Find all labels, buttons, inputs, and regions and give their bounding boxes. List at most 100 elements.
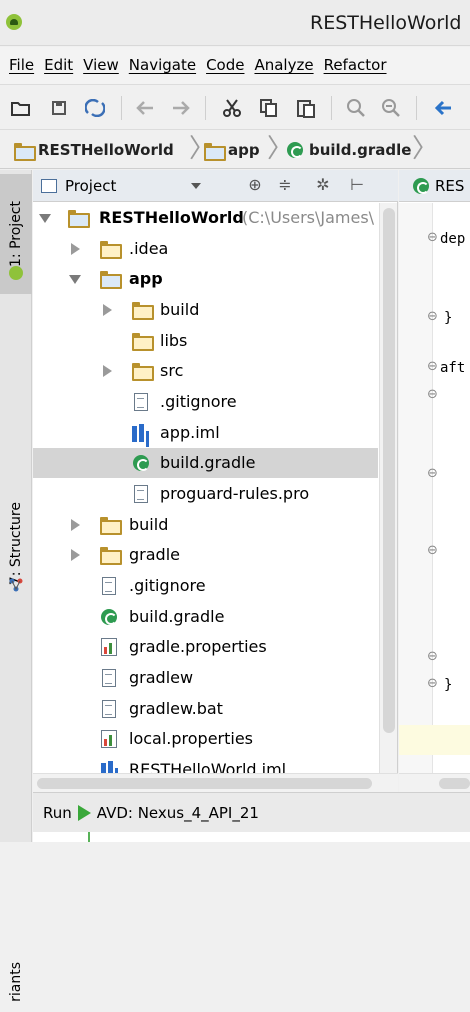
code-line[interactable]: aft	[440, 360, 465, 376]
breadcrumb-root[interactable]: RESTHelloWorld	[14, 139, 174, 161]
structure-icon	[9, 578, 23, 592]
fold-icon[interactable]: ⊖	[427, 544, 439, 558]
tree-item-src[interactable]: src	[33, 356, 378, 386]
text-file-icon	[134, 393, 148, 411]
project-panel-header: Project ⊕ ≑ ✲ ⊢	[33, 170, 398, 202]
expand-arrow-icon[interactable]	[39, 214, 51, 223]
tree-item-local-properties[interactable]: local.properties	[33, 724, 378, 754]
folder-icon	[100, 517, 122, 535]
tool-tab-structure[interactable]: 7: Structure	[0, 474, 32, 614]
copy-icon[interactable]	[258, 97, 280, 119]
tree-item-project-iml[interactable]: RESTHelloWorld.iml	[33, 755, 378, 773]
folder-icon	[100, 547, 122, 565]
run-config[interactable]: AVD: Nexus_4_API_21	[97, 804, 259, 822]
tree-item-gradle[interactable]: gradle	[33, 540, 378, 570]
cut-icon[interactable]	[221, 97, 243, 119]
code-line[interactable]: }	[444, 677, 452, 693]
save-icon[interactable]	[48, 97, 70, 119]
code-line[interactable]: }	[444, 310, 452, 326]
code-line[interactable]: dep	[440, 231, 465, 247]
tree-item-build-gradle[interactable]: build.gradle	[33, 602, 378, 632]
tree-item-app-iml[interactable]: app.iml	[33, 418, 378, 448]
editor-gutter	[399, 203, 433, 792]
back-icon[interactable]	[432, 97, 454, 119]
tree-item-gradlew-bat[interactable]: gradlew.bat	[33, 694, 378, 724]
breadcrumb-file[interactable]: build.gradle	[287, 139, 411, 161]
tree-item-idea[interactable]: .idea	[33, 234, 378, 264]
tree-item-app-gitignore[interactable]: .gitignore	[33, 387, 378, 417]
tree-item-app-build-gradle[interactable]: build.gradle	[33, 448, 378, 478]
project-view-dropdown[interactable]: Project	[41, 174, 206, 198]
editor-tab-build-gradle[interactable]: RES	[399, 170, 470, 202]
find-icon[interactable]	[345, 97, 367, 119]
tree-item-gradlew[interactable]: gradlew	[33, 663, 378, 693]
collapse-arrow-icon[interactable]	[103, 304, 112, 316]
tree-item-app[interactable]: app	[33, 264, 378, 294]
tool-tab-build-variants[interactable]: riants	[0, 952, 32, 1012]
collapse-arrow-icon[interactable]	[71, 519, 80, 531]
fold-icon[interactable]: ⊖	[427, 231, 439, 245]
properties-file-icon	[101, 638, 117, 656]
menu-navigate[interactable]: Navigate	[129, 56, 196, 74]
menu-file[interactable]: File	[9, 56, 34, 74]
collapse-arrow-icon[interactable]	[71, 243, 80, 255]
run-label[interactable]: Run	[43, 804, 72, 822]
breadcrumb: RESTHelloWorld 〉 app 〉 build.gradle 〉	[0, 131, 470, 169]
tree-item-gitignore[interactable]: .gitignore	[33, 571, 378, 601]
gear-icon[interactable]: ✲	[313, 175, 333, 195]
menu-bar: File Edit View Navigate Code Analyze Refactor	[0, 47, 470, 85]
gradle-icon	[413, 177, 429, 194]
menu-edit[interactable]: Edit	[44, 56, 73, 74]
folder-icon	[100, 241, 122, 259]
folder-icon	[132, 333, 154, 351]
module-folder-icon	[14, 143, 36, 161]
scroll-thumb[interactable]	[439, 778, 470, 789]
tree-item-libs[interactable]: libs	[33, 326, 378, 356]
menu-code[interactable]: Code	[206, 56, 244, 74]
collapse-all-icon[interactable]: ≑	[275, 175, 295, 195]
collapse-arrow-icon[interactable]	[71, 549, 80, 561]
fold-icon[interactable]: ⊖	[427, 467, 439, 481]
fold-icon[interactable]: ⊖	[427, 650, 439, 664]
folder-icon	[132, 363, 154, 381]
tree-horizontal-scrollbar[interactable]	[33, 773, 398, 792]
menu-refactor[interactable]: Refactor	[324, 56, 387, 74]
fold-icon[interactable]: ⊖	[427, 388, 439, 402]
tree-item-resthelloworld[interactable]: RESTHelloWorld (C:\Users\James\	[33, 203, 378, 233]
sync-icon[interactable]	[84, 97, 106, 119]
gradle-icon	[101, 609, 117, 625]
tree-item-app-build[interactable]: build	[33, 295, 378, 325]
run-console	[33, 832, 470, 842]
collapse-arrow-icon[interactable]	[103, 365, 112, 377]
window-title: RESTHelloWorld	[310, 12, 462, 34]
fold-icon[interactable]: ⊖	[427, 360, 439, 374]
redo-icon[interactable]	[170, 97, 192, 119]
locate-icon[interactable]: ⊕	[245, 175, 265, 195]
android-icon	[9, 266, 23, 280]
expand-arrow-icon[interactable]	[69, 275, 81, 284]
editor: RES ⊖ dep ⊖ } ⊖ aft ⊖ ⊖ ⊖ ⊖ ⊖ }	[399, 170, 470, 792]
current-line-highlight	[399, 725, 470, 755]
project-panel: Project ⊕ ≑ ✲ ⊢ RESTHelloWorld (C:\Users…	[33, 170, 398, 792]
tree-item-gradle-properties[interactable]: gradle.properties	[33, 632, 378, 662]
tree-vertical-scrollbar[interactable]	[379, 203, 397, 773]
fold-icon[interactable]: ⊖	[427, 310, 439, 324]
menu-analyze[interactable]: Analyze	[254, 56, 313, 74]
paste-icon[interactable]	[295, 97, 317, 119]
breadcrumb-module[interactable]: app	[204, 139, 260, 161]
run-icon[interactable]	[77, 804, 91, 821]
scroll-thumb[interactable]	[37, 778, 372, 789]
open-folder-icon[interactable]	[10, 97, 32, 119]
scroll-thumb[interactable]	[383, 208, 395, 733]
tree-item-build[interactable]: build	[33, 510, 378, 540]
replace-icon[interactable]	[380, 97, 402, 119]
hide-panel-icon[interactable]: ⊢	[347, 175, 367, 195]
undo-icon[interactable]	[134, 97, 156, 119]
menu-view[interactable]: View	[83, 56, 119, 74]
left-tool-strip: 1: Project 7: Structure riants	[0, 170, 32, 1002]
editor-horizontal-scrollbar[interactable]	[399, 773, 470, 792]
fold-icon[interactable]: ⊖	[427, 677, 439, 691]
properties-file-icon	[101, 730, 117, 748]
tree-item-proguard[interactable]: proguard-rules.pro	[33, 479, 378, 509]
chevron-down-icon	[191, 183, 201, 189]
